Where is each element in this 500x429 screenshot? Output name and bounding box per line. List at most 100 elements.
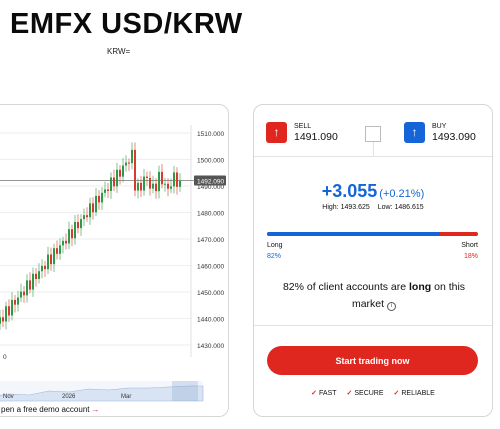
candle-body: [125, 162, 127, 166]
candle-body: [53, 248, 55, 265]
long-percent: 82%: [267, 253, 282, 260]
price-chart[interactable]: 1510.0001500.0001490.0001480.0001470.000…: [0, 105, 229, 417]
arrow-right-icon: →: [91, 405, 100, 414]
candle-body: [65, 240, 67, 244]
sentiment-bar: [267, 232, 478, 236]
price-tick-label: 1480.000: [197, 211, 224, 218]
candle-body: [116, 169, 118, 187]
candle-body: [149, 177, 151, 189]
info-icon[interactable]: i: [387, 302, 397, 311]
short-percent: 18%: [463, 253, 478, 260]
candle-body: [8, 306, 10, 316]
candle-body: [113, 177, 115, 187]
candle-body: [134, 149, 136, 191]
candle-body: [128, 162, 130, 164]
candle-body: [179, 180, 181, 187]
navigator-label: 2026: [62, 394, 76, 400]
sell-button[interactable]: ↑ SELL 1491.090: [266, 121, 338, 143]
candle-body: [11, 299, 13, 316]
divider: [373, 142, 374, 157]
short-label: Short: [461, 242, 478, 249]
long-label: Long: [267, 242, 283, 249]
price-chart-card[interactable]: 1510.000 1500.000 1490.000 1480.000 1470.000…: [0, 104, 229, 417]
candle-body: [107, 189, 109, 191]
current-price-label: 1492.090: [197, 178, 224, 185]
candle-body: [86, 215, 88, 218]
candle-body: [95, 195, 97, 213]
change-percent: (+0.21%): [379, 188, 425, 200]
arrow-up-icon: ↑: [266, 121, 287, 143]
candle-body: [47, 254, 49, 270]
candle-body: [122, 165, 124, 177]
price-tick-label: 1510.000: [197, 131, 224, 138]
candle-body: [152, 183, 154, 189]
candle-body: [32, 273, 34, 290]
trade-panel: ↑ SELL 1491.090 ↑ BUY 1493.090 +3.055 (+0…: [253, 104, 493, 417]
high-low: High: 1493.625 Low: 1486.615: [254, 204, 492, 211]
candle-body: [89, 203, 91, 218]
arrow-up-icon: ↑: [404, 121, 425, 143]
candle-body: [140, 182, 142, 191]
check-icon: ✓: [393, 390, 400, 397]
price-tick-label: 1430.000: [197, 343, 224, 350]
demo-account-link[interactable]: pen a free demo account →: [1, 405, 100, 414]
sell-price: 1491.090: [294, 131, 338, 143]
candle-body: [59, 245, 61, 254]
candle-body: [44, 265, 46, 270]
candle-body: [41, 265, 43, 272]
feature-reliable: ✓ RELIABLE: [393, 390, 435, 397]
candle-body: [161, 171, 163, 185]
page-title: EMFX USD/KRW: [10, 8, 243, 40]
spread-indicator: [365, 126, 381, 142]
candle-body: [146, 176, 148, 178]
candle-body: [77, 222, 79, 229]
candle-body: [173, 172, 175, 187]
navigator-window: [172, 381, 198, 401]
sentiment-direction: long: [409, 281, 432, 293]
candle-body: [0, 317, 1, 324]
candle-body: [137, 182, 139, 191]
candle-body: [38, 271, 40, 279]
candle-body: [176, 172, 178, 187]
start-trading-button[interactable]: Start trading now: [267, 346, 478, 375]
candle-body: [71, 229, 73, 239]
candle-body: [83, 215, 85, 220]
price-tick-label: 1460.000: [197, 264, 224, 271]
price-tick-label: 1470.000: [197, 237, 224, 244]
candle-body: [23, 291, 25, 296]
candle-body: [50, 254, 52, 265]
candle-body: [131, 149, 133, 164]
candle-body: [92, 203, 94, 213]
sentiment-text: 82% of client accounts are long on this …: [282, 281, 466, 311]
candle-body: [62, 240, 64, 246]
price-tick-label: 1500.000: [197, 158, 224, 165]
check-icon: ✓: [346, 390, 353, 397]
buy-price: 1493.090: [432, 131, 476, 143]
demo-link-label[interactable]: pen a free demo account: [1, 405, 90, 414]
divider: [254, 325, 492, 326]
instrument-code: KRW=: [107, 47, 131, 56]
candle-body: [80, 219, 82, 229]
candle-body: [68, 229, 70, 244]
feature-secure: ✓ SECURE: [346, 390, 384, 397]
candle-body: [119, 169, 121, 177]
feature-fast: ✓ FAST: [311, 390, 337, 397]
price-tick-label: 1440.000: [197, 317, 224, 324]
candle-body: [56, 248, 58, 254]
candle-body: [20, 291, 22, 298]
candle-body: [158, 171, 160, 192]
candle-body: [2, 317, 4, 322]
candle-body: [29, 280, 31, 290]
candle-body: [101, 192, 103, 203]
feature-list: ✓ FAST ✓ SECURE ✓ RELIABLE: [254, 389, 492, 397]
navigator-label: Mar: [121, 394, 131, 400]
candle-body: [104, 189, 106, 193]
candle-body: [26, 280, 28, 296]
candle-body: [35, 273, 37, 279]
candle-body: [110, 177, 112, 191]
day-high: High: 1493.625: [322, 204, 370, 211]
candle-body: [143, 176, 145, 191]
candle-body: [164, 183, 166, 185]
buy-button[interactable]: ↑ BUY 1493.090: [404, 121, 476, 143]
navigator-label: Nov: [3, 394, 14, 400]
